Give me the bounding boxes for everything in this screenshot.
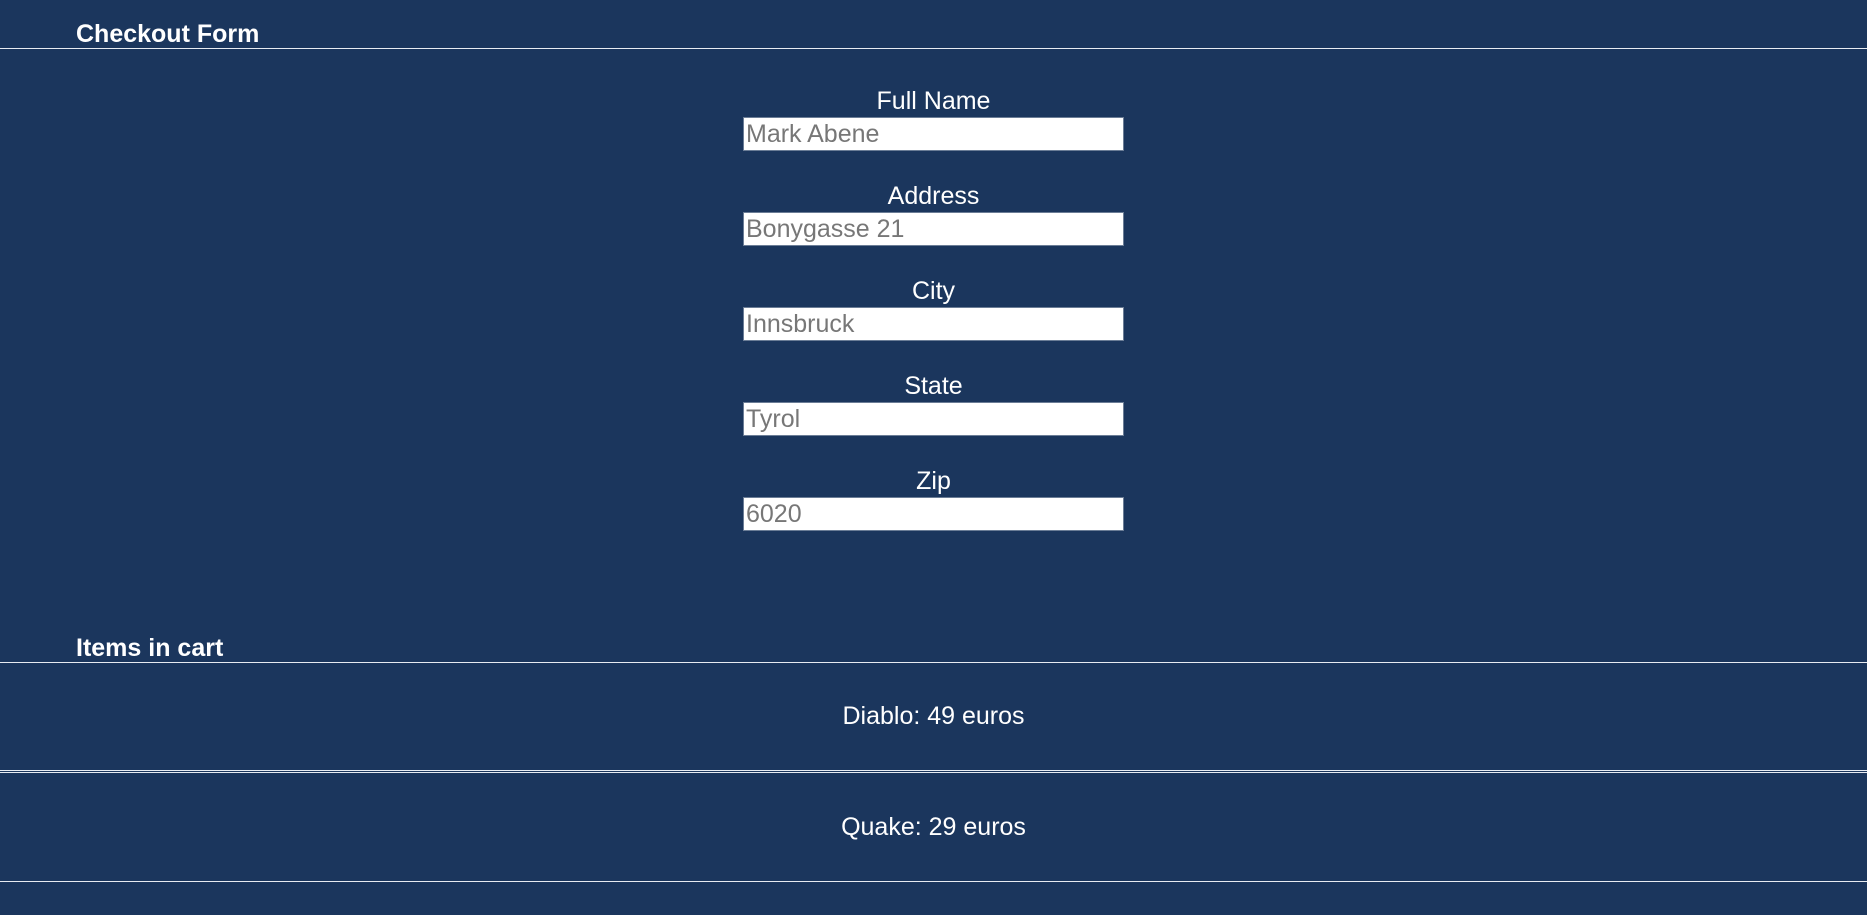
- checkout-form: Full Name Address City State Zip: [0, 49, 1867, 562]
- full-name-label: Full Name: [876, 87, 991, 115]
- state-field-group: State: [743, 372, 1124, 436]
- zip-label: Zip: [916, 467, 951, 495]
- state-input[interactable]: [743, 402, 1124, 436]
- address-input[interactable]: [743, 212, 1124, 246]
- state-label: State: [904, 372, 963, 400]
- city-label: City: [911, 277, 956, 305]
- cart-item-diablo: Diablo: 49 euros: [0, 663, 1867, 773]
- checkout-form-title: Checkout Form: [76, 20, 260, 48]
- address-field-group: Address: [743, 182, 1124, 246]
- cart-header: Items in cart: [0, 627, 1867, 663]
- address-label: Address: [887, 182, 980, 210]
- city-input[interactable]: [743, 307, 1124, 341]
- full-name-input[interactable]: [743, 117, 1124, 151]
- zip-field-group: Zip: [743, 467, 1124, 531]
- cart-item-quake: Quake: 29 euros: [0, 773, 1867, 882]
- cart-title: Items in cart: [76, 634, 224, 662]
- cart-list: Diablo: 49 euros Quake: 29 euros: [0, 663, 1867, 882]
- checkout-header: Checkout Form: [0, 0, 1867, 49]
- full-name-field-group: Full Name: [743, 87, 1124, 151]
- city-field-group: City: [743, 277, 1124, 341]
- zip-input[interactable]: [743, 497, 1124, 531]
